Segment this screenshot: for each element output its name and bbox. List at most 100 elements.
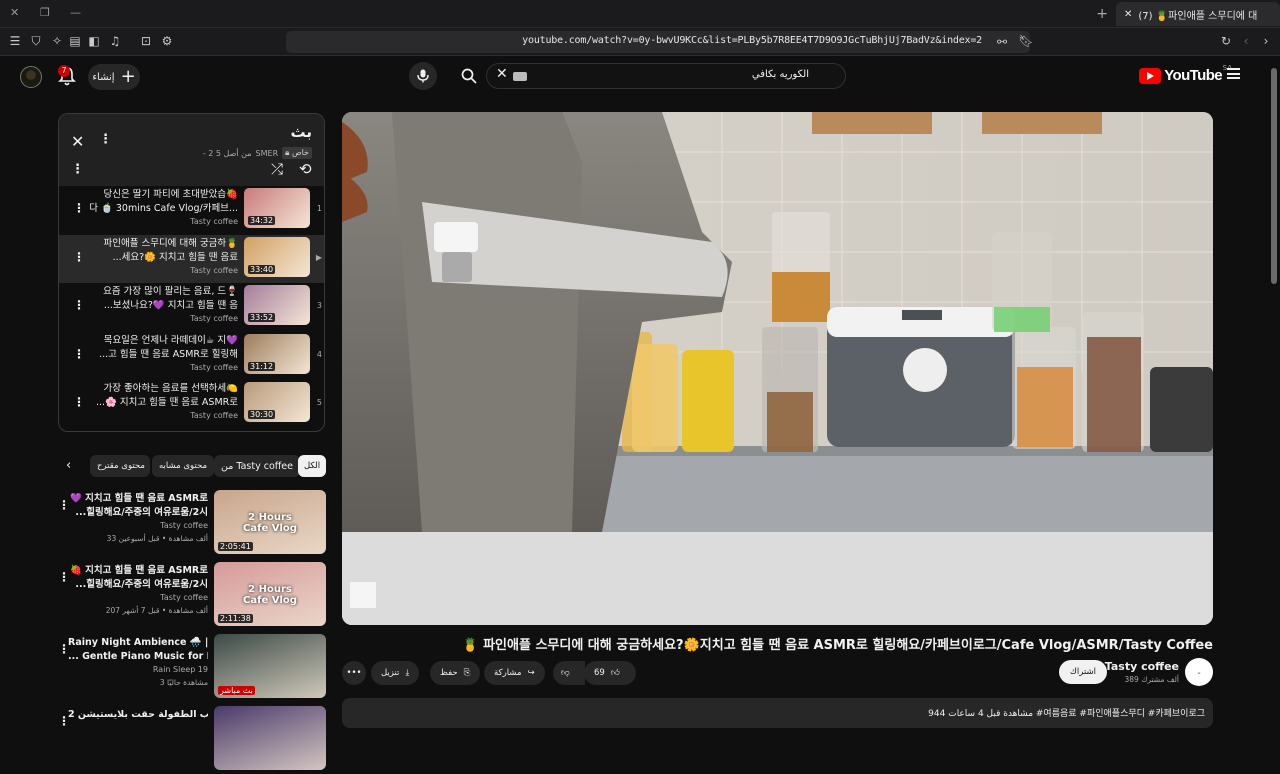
recommendation-meta: 207 ألف مشاهدة • قبل 7 أشهر — [105, 606, 208, 615]
video-title: 🍍 파인애플 스무디에 대해 궁금하세요?🌼지치고 힘들 땐 음료 ASMR로 … — [462, 638, 1213, 653]
playlist-index: 5 — [316, 398, 322, 407]
item-more-icon[interactable]: ⋮ — [73, 298, 85, 312]
item-more-icon[interactable]: ⋮ — [58, 642, 70, 656]
maximize-window-icon[interactable]: ❐ — [40, 6, 50, 19]
subscribe-button[interactable]: اشتراك — [1058, 660, 1107, 684]
shuffle-icon[interactable]: ⤮ — [271, 160, 283, 178]
back-icon[interactable]: ‹ — [1238, 33, 1254, 49]
playlist-item[interactable]: ▶ 33:40 파인애플 스무디에 대해 궁금하🍍 ...세요?🌼 지치고 힘들 땐 … — [59, 234, 324, 283]
youtube-play-icon — [1139, 67, 1162, 84]
playlist-item-channel: Tasty coffee — [190, 411, 238, 420]
like-button[interactable]: 69 👍︎ — [584, 661, 636, 685]
guide-menu-icon[interactable] — [1227, 68, 1240, 79]
video-frame — [342, 112, 1213, 625]
search-button[interactable] — [455, 62, 483, 90]
save-button[interactable]: حفظ ⎘ — [430, 661, 481, 685]
channel-avatar[interactable]: ☕︎ — [1185, 658, 1213, 686]
loop-icon[interactable]: ⟲ — [299, 160, 312, 178]
playlist-item[interactable]: 4 31:12 목요일은 언제나 라떼데이☕ 지💜 ...고 힘들 땐 음료 ASMR… — [59, 332, 324, 380]
recommendation-item[interactable]: لعبت لعبه من العاب الطفولة حقت بلايستيشن… — [58, 706, 326, 774]
item-more-icon[interactable]: ⋮ — [73, 201, 85, 215]
clear-search-icon[interactable]: ✕ — [496, 66, 508, 82]
tabs-icon[interactable]: ▤ — [67, 33, 83, 49]
browser-tab[interactable]: ✕ (7) 🍍파인애플 스무디에 대 — [1116, 2, 1280, 26]
avatar[interactable] — [20, 66, 42, 88]
playlist-index: ▶ — [315, 252, 322, 262]
site-settings-icon[interactable]: ⚯ — [994, 34, 1010, 50]
menu-icon[interactable]: ☰ — [7, 33, 23, 49]
chip-related[interactable]: محتوى مشابه — [152, 455, 214, 477]
item-more-icon[interactable]: ⋮ — [73, 395, 85, 409]
puzzle-icon[interactable]: ⚙ — [159, 33, 175, 49]
download-button[interactable]: تنزيل ⤓ — [371, 661, 420, 685]
recommendation-item[interactable]: 2 Hours Cafe Vlog 2:11:38 🍓 지치고 힘들 땐 음료 ASM… — [58, 562, 326, 630]
extension-icon[interactable]: ✧ — [49, 33, 65, 49]
address-bar[interactable]: youtube.com/watch?v=0y-bwvU9KCc&list=PLB… — [286, 31, 1030, 53]
video-thumbnail[interactable]: 30:30 — [244, 382, 310, 422]
duration-badge: 33:52 — [248, 313, 276, 322]
chip-suggested[interactable]: محتوى مقترح — [90, 455, 150, 477]
youtube-logo[interactable]: YouTube SA — [1139, 64, 1232, 84]
scrollbar-thumb[interactable] — [1271, 68, 1277, 284]
new-tab-icon[interactable]: + — [1096, 6, 1108, 22]
screenshot-icon[interactable]: ⊡ — [138, 33, 154, 49]
chevron-left-icon[interactable]: ‹ — [66, 458, 71, 473]
forward-icon[interactable]: › — [1258, 33, 1274, 49]
item-more-icon[interactable]: ⋮ — [58, 570, 70, 584]
description-text: 944 مشاهدة قبل 4 ساعات #여름음료 #파인애플스무디 #카… — [928, 709, 1205, 719]
search-query: الكوريه بكافي — [751, 69, 809, 80]
item-more-icon[interactable]: ⋮ — [73, 250, 85, 264]
item-more-icon[interactable]: ⋮ — [58, 714, 70, 728]
video-thumbnail[interactable]: 2 Hours Cafe Vlog 2:11:38 — [214, 562, 326, 626]
playlist-item-title: 목요일은 언제나 라떼데이☕ 지💜 ...고 힘들 땐 음료 ASMR로 힐링해 — [99, 334, 238, 360]
music-icon[interactable]: ♫ — [107, 33, 123, 49]
playlist-title[interactable]: بث — [290, 123, 312, 141]
video-thumbnail[interactable] — [214, 706, 326, 770]
bookmark-icon[interactable]: 🔖︎ — [1018, 33, 1034, 49]
share-label: مشاركة — [494, 668, 522, 678]
item-more-icon[interactable]: ⋮ — [58, 498, 70, 512]
dislike-button[interactable]: 👎︎ — [553, 661, 585, 685]
video-thumbnail[interactable]: 33:52 — [244, 285, 310, 325]
recommendation-item[interactable]: بث مباشر Rainy Night Ambience 🌧️ |... Gen… — [58, 634, 326, 702]
minimize-window-icon[interactable]: — — [70, 6, 81, 19]
video-thumbnail[interactable]: 2 Hours Cafe Vlog 2:05:41 — [214, 490, 326, 554]
chip-from-channel[interactable]: من Tasty coffee — [214, 455, 300, 477]
item-more-icon[interactable]: ⋮ — [73, 347, 85, 361]
page-scrollbar[interactable] — [1270, 58, 1278, 720]
search-input[interactable]: ✕ الكوريه بكافي — [486, 63, 846, 89]
chip-all[interactable]: الكل — [298, 455, 327, 477]
playlist-more-icon[interactable]: ⋮ — [99, 132, 112, 147]
close-window-icon[interactable]: ✕ — [10, 6, 19, 19]
video-thumbnail[interactable]: بث مباشر — [214, 634, 326, 698]
playlist-owner[interactable]: SMER — [256, 149, 279, 158]
video-thumbnail[interactable]: 34:32 — [244, 188, 310, 228]
close-tab-icon[interactable]: ✕ — [1124, 9, 1132, 20]
duration-badge: 30:30 — [248, 410, 276, 419]
share-button[interactable]: مشاركة ↪ — [484, 661, 545, 685]
close-playlist-icon[interactable]: ✕ — [71, 132, 84, 151]
keyboard-icon[interactable] — [513, 72, 527, 81]
description-box[interactable]: 944 مشاهدة قبل 4 ساعات #여름음료 #파인애플스무디 #카… — [342, 698, 1213, 728]
recommendation-meta: 3 مشاهدة حاليًا — [159, 678, 208, 687]
playlist-item[interactable]: 3 33:52 요즘 가장 많이 팔리는 음료, 드🍷 ...보셨나요?💜 지치고 힘… — [59, 283, 324, 331]
channel-name[interactable]: Tasty coffee — [1105, 660, 1179, 673]
shield-icon[interactable]: ⛉ — [28, 33, 44, 49]
create-button[interactable]: إنشاء + — [88, 64, 140, 90]
url-text: youtube.com/watch?v=0y-bwvU9KCc&list=PLB… — [522, 35, 982, 46]
playlist-item[interactable]: 5 30:30 가장 좋아하는 음료를 선택하세🍋 ...🌸 지치고 힘들 땐 음료 … — [59, 380, 324, 428]
more-actions-button[interactable]: ••• — [342, 661, 366, 685]
recommendation-channel: Rain Sleep 19 — [152, 665, 208, 674]
recommendation-meta: 33 ألف مشاهدة • قبل أسبوعين — [106, 534, 208, 543]
voice-search-button[interactable] — [409, 62, 437, 90]
recommendation-item[interactable]: 2 Hours Cafe Vlog 2:05:41 💜 지치고 힘들 땐 음료 ASM… — [58, 490, 326, 558]
sidebar-icon[interactable]: ◧ — [86, 33, 102, 49]
video-player[interactable] — [342, 112, 1213, 625]
video-thumbnail[interactable]: 33:40 — [244, 236, 310, 277]
playlist-item-title: 당신은 딸기 파티에 초대받았습🍓 다 🍵 30mins Cafe Vlog/카페… — [89, 189, 238, 214]
reload-icon[interactable]: ↻ — [1218, 33, 1234, 49]
video-thumbnail[interactable]: 31:12 — [244, 333, 310, 374]
playlist-menu-icon[interactable]: ⋮ — [71, 162, 84, 177]
recommendation-channel: Tasty coffee — [160, 593, 208, 602]
playlist-item[interactable]: 1 34:32 당신은 딸기 파티에 초대받았습🍓 다 🍵 30mins Cafe V… — [59, 186, 324, 234]
